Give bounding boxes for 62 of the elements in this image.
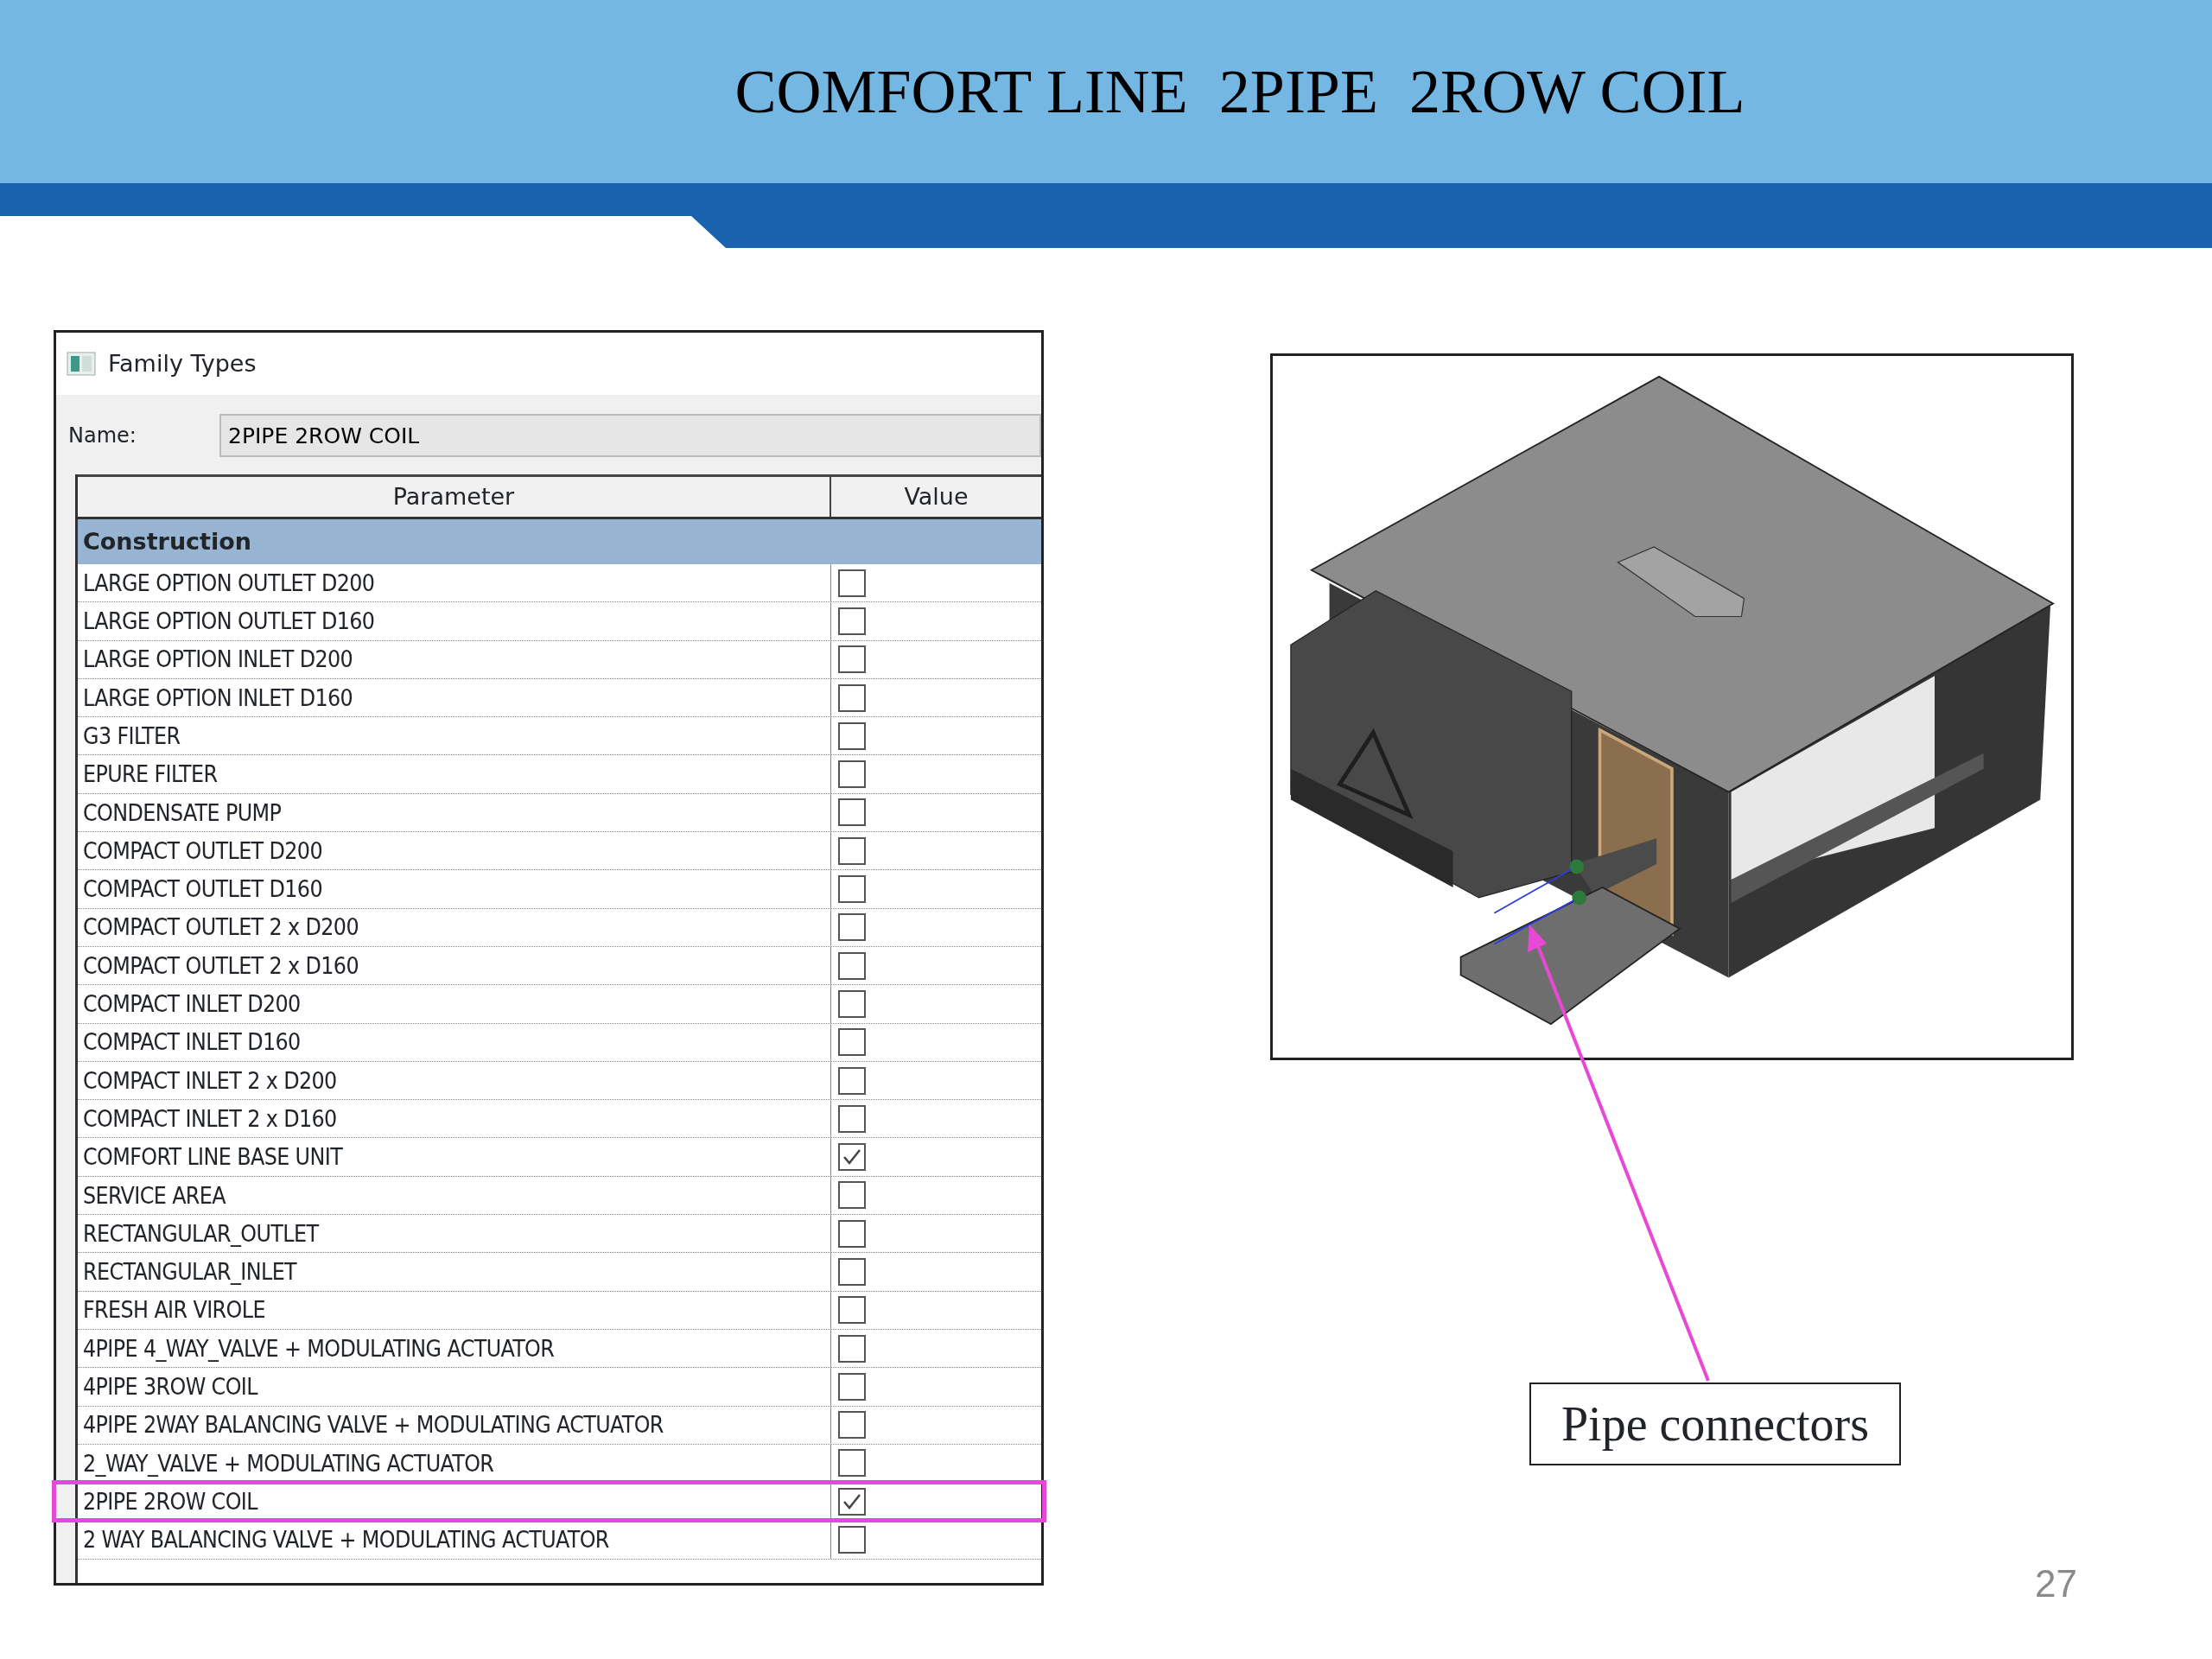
parameter-name: 2PIPE 2ROW COIL <box>78 1483 831 1521</box>
parameter-name: CONDENSATE PUMP <box>78 793 831 832</box>
parameter-name: RECTANGULAR_INLET <box>78 1253 831 1291</box>
parameter-name: 4PIPE 2WAY BALANCING VALVE + MODULATING ACTUATOR <box>78 1406 831 1444</box>
parameter-name: 2 WAY BALANCING VALVE + MODULATING ACTUATOR <box>78 1521 831 1559</box>
column-header[interactable]: Value <box>831 477 1041 517</box>
parameter-name: LARGE OPTION OUTLET D200 <box>78 564 831 602</box>
checkbox[interactable] <box>838 1258 866 1286</box>
name-label: Name: <box>68 423 137 449</box>
parameter-name: EPURE FILTER <box>78 755 831 793</box>
checkbox[interactable] <box>838 1372 866 1401</box>
parameter-name: LARGE OPTION OUTLET D160 <box>78 602 831 640</box>
parameter-name: G3 FILTER <box>78 717 831 755</box>
checkbox[interactable] <box>838 798 866 827</box>
parameter-name: LARGE OPTION INLET D160 <box>78 678 831 717</box>
checkbox[interactable] <box>838 913 866 942</box>
checkbox[interactable] <box>838 760 866 789</box>
parameter-name: COMPACT OUTLET D200 <box>78 832 831 870</box>
checkbox[interactable] <box>838 645 866 674</box>
checkbox[interactable] <box>838 569 866 597</box>
parameter-name: COMPACT OUTLET D160 <box>78 870 831 908</box>
parameter-name: COMPACT INLET 2 x D160 <box>78 1100 831 1138</box>
parameter-name: COMPACT INLET D160 <box>78 1023 831 1061</box>
checkbox[interactable] <box>838 1449 866 1478</box>
column-header[interactable]: Parameter <box>78 477 831 517</box>
slide-title: COMFORT LINE 2PIPE 2ROW COIL <box>734 56 1745 128</box>
checkbox[interactable] <box>838 1143 866 1172</box>
checkbox[interactable] <box>838 1066 866 1095</box>
parameter-name: 4PIPE 3ROW COIL <box>78 1368 831 1406</box>
parameter-name: RECTANGULAR_OUTLET <box>78 1215 831 1253</box>
checkbox[interactable] <box>838 1104 866 1133</box>
name-field[interactable]: 2PIPE 2ROW COIL <box>219 414 1041 457</box>
checkbox[interactable] <box>838 875 866 903</box>
parameter-name: COMFORT LINE BASE UNIT <box>78 1138 831 1176</box>
parameter-name: FRESH AIR VIROLE <box>78 1291 831 1329</box>
checkbox[interactable] <box>838 1296 866 1325</box>
parameter-name: COMPACT OUTLET 2 x D200 <box>78 908 831 946</box>
checkbox[interactable] <box>838 951 866 980</box>
checkbox[interactable] <box>838 1181 866 1210</box>
parameter-name: LARGE OPTION INLET D200 <box>78 640 831 678</box>
parameter-name: 4PIPE 4_WAY_VALVE + MODULATING ACTUATOR <box>78 1329 831 1368</box>
group-header[interactable]: Construction <box>78 519 1041 564</box>
parameter-name: SERVICE AREA <box>78 1176 831 1215</box>
checkbox[interactable] <box>838 989 866 1018</box>
checkbox[interactable] <box>838 1334 866 1363</box>
checkbox[interactable] <box>838 721 866 750</box>
window-icon <box>67 352 96 376</box>
checkbox[interactable] <box>838 1487 866 1516</box>
checkbox[interactable] <box>838 1411 866 1440</box>
parameter-name: 2_WAY_VALVE + MODULATING ACTUATOR <box>78 1444 831 1483</box>
page-number: 27 <box>2035 1561 2077 1606</box>
checkbox[interactable] <box>838 1219 866 1248</box>
checkbox[interactable] <box>838 683 866 712</box>
window-title: Family Types <box>108 348 257 378</box>
parameter-name: COMPACT INLET D200 <box>78 985 831 1023</box>
checkbox[interactable] <box>838 836 866 865</box>
parameter-name: COMPACT INLET 2 x D200 <box>78 1061 831 1100</box>
parameter-name: COMPACT OUTLET 2 x D160 <box>78 946 831 985</box>
callout-label: Pipe connectors <box>1529 1382 1901 1465</box>
checkbox[interactable] <box>838 1526 866 1554</box>
checkbox[interactable] <box>838 607 866 635</box>
checkbox[interactable] <box>838 1028 866 1057</box>
